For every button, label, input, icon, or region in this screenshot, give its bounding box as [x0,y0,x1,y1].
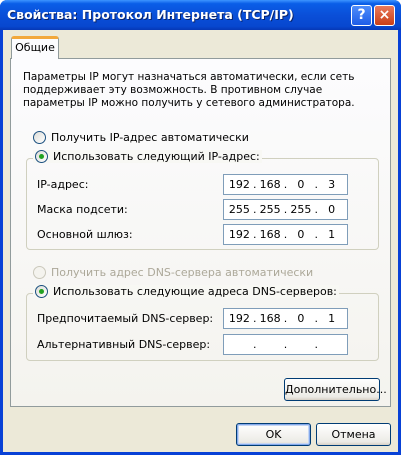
ip-manual-option[interactable]: Использовать следующий IP-адрес: [33,150,262,163]
general-tab-panel: Параметры IP могут назначаться автоматич… [10,58,391,407]
default-gateway-label: Основной шлюз: [37,227,133,241]
close-button[interactable]: × [374,5,395,26]
alternate-dns-label: Альтернативный DNS-сервер: [37,337,211,351]
description-text: Параметры IP могут назначаться автоматич… [23,71,355,109]
preferred-dns-label: Предпочитаемый DNS-сервер: [37,311,214,325]
dns-auto-label: Получить адрес DNS-сервера автоматически [51,265,314,279]
ip-auto-option[interactable]: Получить IP-адрес автоматически [33,129,249,145]
help-button[interactable]: ? [351,5,372,26]
dns-auto-option: Получить адрес DNS-сервера автоматически [33,264,313,280]
dns-manual-radio[interactable] [35,285,48,298]
ip-address-input[interactable]: 192. 168. 0. 3 [223,173,348,195]
octet: 0 [297,311,305,325]
octet: 168 [259,227,281,241]
cancel-button[interactable]: Отмена [316,423,391,446]
dns-manual-group: Использовать следующие адреса DNS-сервер… [26,285,379,361]
octet: 192 [228,311,250,325]
octet: 3 [328,177,336,191]
tcpip-properties-dialog: Свойства: Протокол Интернета (TCP/IP) ? … [0,0,401,455]
preferred-dns-row: Предпочитаемый DNS-сервер: 192. 168. 0. … [37,307,367,329]
ip-auto-label: Получить IP-адрес автоматически [51,130,249,144]
ok-button[interactable]: OK [236,423,311,446]
octet: 255 [259,202,281,216]
ip-address-row: IP-адрес: 192. 168. 0. 3 [37,173,367,195]
dns-manual-label: Использовать следующие адреса DNS-сервер… [53,285,337,298]
default-gateway-input[interactable]: 192. 168. 0. 1 [223,223,348,245]
octet: 168 [259,311,281,325]
octet: 168 [259,177,281,191]
help-icon: ? [357,7,366,23]
octet: 1 [328,311,336,325]
subnet-mask-label: Маска подсети: [37,202,128,216]
ip-address-label: IP-адрес: [37,177,89,191]
ip-manual-label: Использовать следующий IP-адрес: [53,150,260,163]
close-icon: × [378,7,391,23]
alternate-dns-row: Альтернативный DNS-сервер: . . . [37,333,367,355]
ip-manual-radio[interactable] [35,150,48,163]
preferred-dns-input[interactable]: 192. 168. 0. 1 [223,307,348,329]
ip-manual-group: Использовать следующий IP-адрес: IP-адре… [26,150,379,250]
octet: 255 [290,202,312,216]
octet: 0 [297,177,305,191]
octet: 0 [297,227,305,241]
dns-auto-radio [33,265,46,279]
octet: 1 [328,227,336,241]
subnet-mask-input[interactable]: 255. 255. 255. 0 [223,198,348,220]
default-gateway-row: Основной шлюз: 192. 168. 0. 1 [37,223,367,245]
ip-auto-radio[interactable] [33,130,46,144]
octet: 192 [228,177,250,191]
title-bar[interactable]: Свойства: Протокол Интернета (TCP/IP) ? … [0,0,401,30]
advanced-button[interactable]: Дополнительно... [284,378,387,401]
octet: 255 [228,202,250,216]
alternate-dns-input[interactable]: . . . [223,333,348,355]
octet: 192 [228,227,250,241]
window-title: Свойства: Протокол Интернета (TCP/IP) [7,7,294,22]
dns-manual-option[interactable]: Использовать следующие адреса DNS-сервер… [33,285,339,298]
subnet-mask-row: Маска подсети: 255. 255. 255. 0 [37,198,367,220]
tab-general[interactable]: Общие [11,36,59,59]
octet: 0 [328,202,336,216]
